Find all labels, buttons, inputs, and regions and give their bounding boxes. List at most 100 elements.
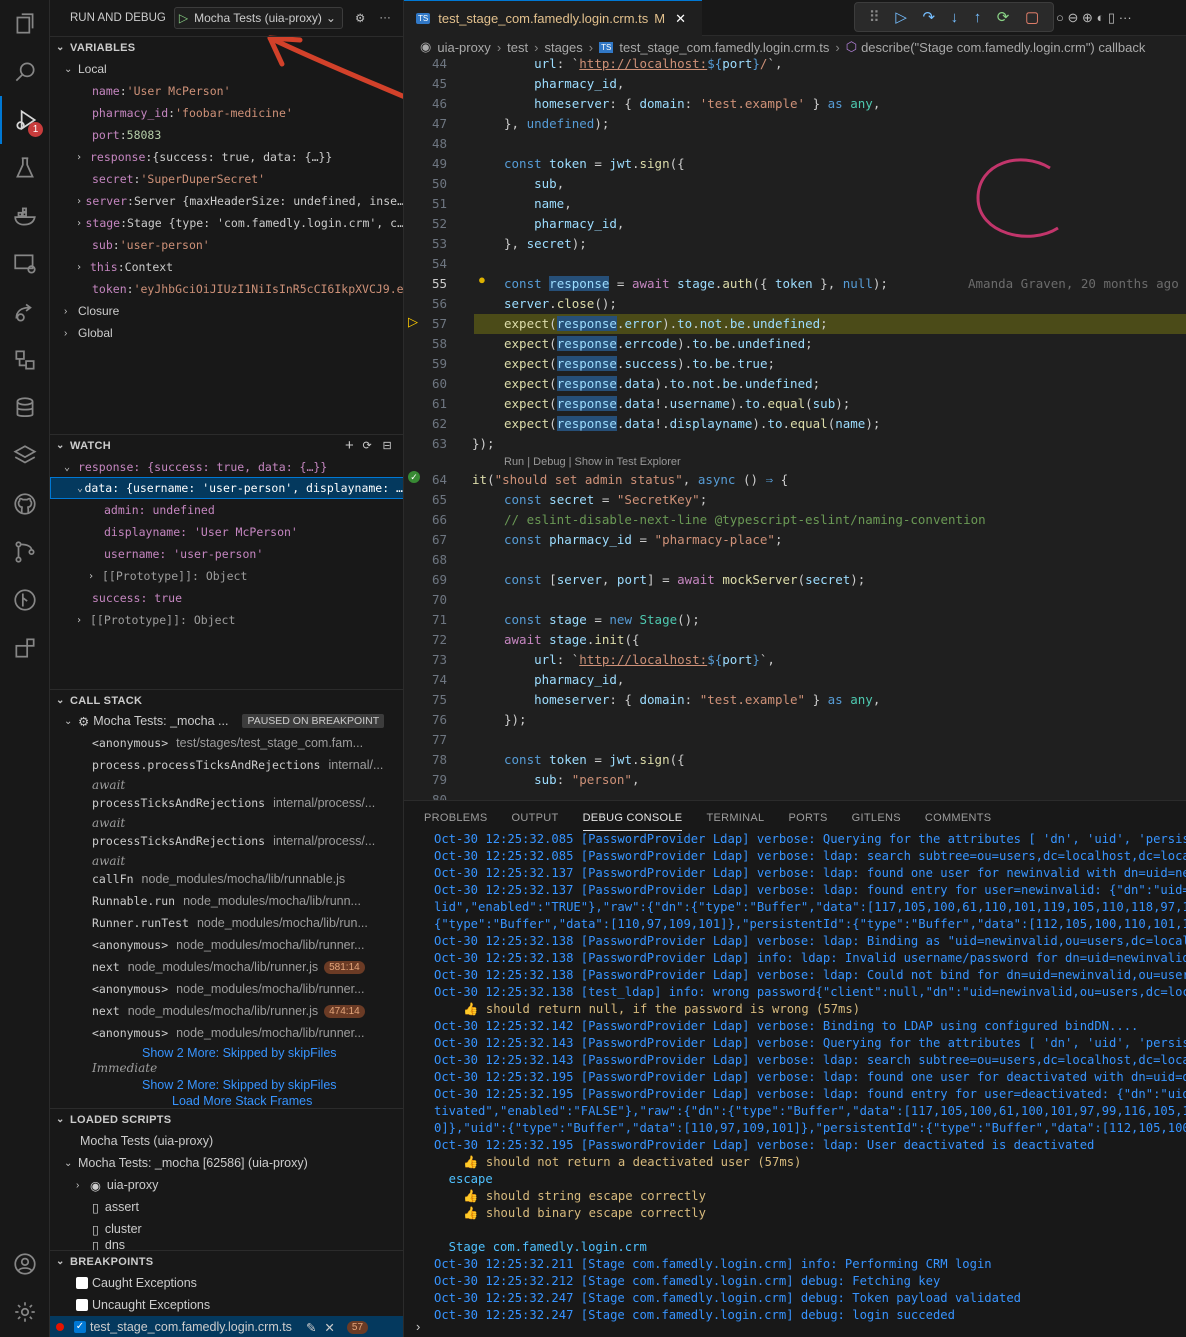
variable-row[interactable]: › server: Server {maxHeaderSize: undefine… <box>50 190 403 212</box>
line-number[interactable]: 70 <box>404 590 474 610</box>
stack-frame[interactable]: callFn node_modules/mocha/lib/runnable.js <box>50 868 403 890</box>
caught-exceptions-checkbox[interactable] <box>76 1277 88 1289</box>
line-number[interactable]: 46 <box>404 94 474 114</box>
line-number[interactable]: 56 <box>404 294 474 314</box>
editor-actions-icon[interactable]: ○ ⊖ ⊕ ◐ ▯ ··· <box>1056 10 1132 26</box>
test-passed-icon[interactable]: ✓ <box>408 471 420 483</box>
line-number[interactable]: 65 <box>404 490 474 510</box>
start-debug-icon[interactable]: ▷ <box>179 11 188 25</box>
callstack-thread[interactable]: ⌄ ⚙ Mocha Tests: _mocha ... PAUSED ON BREAK… <box>50 710 403 732</box>
variable-row[interactable]: token: 'eyJhbGciOiJIUzI1NiIsInR5cCI6IkpX… <box>50 278 403 300</box>
restart-icon[interactable]: ⟳ <box>997 8 1010 26</box>
stack-frame[interactable]: next node_modules/mocha/lib/runner.js 581:… <box>50 956 403 978</box>
line-number[interactable]: 67 <box>404 530 474 550</box>
breadcrumb-item[interactable]: test_stage_com.famedly.login.crm.ts <box>619 40 829 55</box>
gitlens-icon[interactable] <box>0 576 50 624</box>
line-number[interactable]: 63 <box>404 434 474 454</box>
variable-row[interactable]: pharmacy_id: 'foobar-medicine' <box>50 102 403 124</box>
watch-proto2[interactable]: › [[Prototype]]: Object <box>50 609 403 631</box>
launch-config-select[interactable]: ▷ Mocha Tests (uia-proxy) ⌄ <box>173 7 343 29</box>
line-number[interactable]: 66 <box>404 510 474 530</box>
line-number[interactable]: 71 <box>404 610 474 630</box>
watch-response[interactable]: ⌄ response: {success: true, data: {…}} <box>50 456 403 478</box>
tab-problems[interactable]: PROBLEMS <box>424 806 488 830</box>
line-number[interactable]: 54 <box>404 254 474 274</box>
stop-icon[interactable]: ▢ <box>1025 8 1039 26</box>
account-icon[interactable] <box>0 1240 50 1288</box>
script-folder-uia-proxy[interactable]: › ◉ uia-proxy <box>50 1174 403 1196</box>
line-number[interactable]: 51 <box>404 194 474 214</box>
explorer-icon[interactable] <box>0 0 50 48</box>
watch-proto1[interactable]: › [[Prototype]]: Object <box>50 565 403 587</box>
stack-frame[interactable]: next node_modules/mocha/lib/runner.js 474:… <box>50 1000 403 1022</box>
script-dns[interactable]: ▯ dns <box>50 1240 403 1250</box>
watch-admin[interactable]: admin: undefined <box>50 499 403 521</box>
more-actions-icon[interactable]: ··· <box>379 12 391 24</box>
line-number[interactable]: 53 <box>404 234 474 254</box>
line-number[interactable]: 68 <box>404 550 474 570</box>
run-debug-icon[interactable]: 1 <box>0 96 50 144</box>
stack-frame[interactable]: process.processTicksAndRejections interna… <box>50 754 403 776</box>
docker-icon[interactable] <box>0 192 50 240</box>
settings-gear-icon[interactable] <box>0 1288 50 1336</box>
live-share-icon[interactable] <box>0 288 50 336</box>
scope-global[interactable]: › Global <box>50 322 403 344</box>
tab-gitlens[interactable]: GITLENS <box>852 806 901 830</box>
line-number[interactable]: 79 <box>404 770 474 790</box>
line-number[interactable]: 47 <box>404 114 474 134</box>
extensions-view-icon[interactable] <box>0 336 50 384</box>
variable-row[interactable]: › this: Context <box>50 256 403 278</box>
database-icon[interactable] <box>0 384 50 432</box>
remove-breakpoint-icon[interactable]: ✕ <box>324 1320 334 1335</box>
script-cluster[interactable]: ▯ cluster <box>50 1218 403 1240</box>
line-number[interactable]: 44 <box>404 58 474 74</box>
loaded-scripts-section-header[interactable]: ⌄ LOADED SCRIPTS <box>50 1108 403 1130</box>
line-number[interactable]: 52 <box>404 214 474 234</box>
search-icon[interactable] <box>0 48 50 96</box>
step-into-icon[interactable]: ↓ <box>951 9 959 26</box>
extensions-icon[interactable] <box>0 624 50 672</box>
test-codelens[interactable]: Run | Debug | Show in Test Explorer <box>504 454 681 470</box>
gear-icon[interactable]: ⚙ <box>355 11 365 25</box>
console-input-prompt[interactable]: › <box>416 1319 420 1334</box>
step-out-icon[interactable]: ↑ <box>974 9 982 26</box>
stack-frame[interactable]: processTicksAndRejections internal/proces… <box>50 792 403 814</box>
callstack-section-header[interactable]: ⌄ CALL STACK <box>50 689 403 711</box>
tab-comments[interactable]: COMMENTS <box>925 806 992 830</box>
line-number[interactable]: 69 <box>404 570 474 590</box>
stack-frame[interactable]: <anonymous> node_modules/mocha/lib/runner… <box>50 1022 403 1044</box>
line-number[interactable]: 73 <box>404 650 474 670</box>
variables-section-header[interactable]: ⌄ VARIABLES <box>50 36 403 58</box>
breadcrumb-item[interactable]: stages <box>544 40 582 55</box>
stack-frame[interactable]: processTicksAndRejections internal/proces… <box>50 830 403 852</box>
uncaught-exceptions-row[interactable]: Uncaught Exceptions <box>50 1294 403 1316</box>
line-number[interactable]: 58 <box>404 334 474 354</box>
variable-row[interactable]: › response: {success: true, data: {…}} <box>50 146 403 168</box>
line-number[interactable]: 78 <box>404 750 474 770</box>
line-number[interactable]: 62 <box>404 414 474 434</box>
variable-row[interactable]: secret: 'SuperDuperSecret' <box>50 168 403 190</box>
line-number[interactable]: 74 <box>404 670 474 690</box>
line-number[interactable]: 61 <box>404 394 474 414</box>
line-number[interactable]: 80 <box>404 790 474 800</box>
stack-frame[interactable]: <anonymous> test/stages/test_stage_com.fa… <box>50 732 403 754</box>
variable-row[interactable]: name: 'User McPerson' <box>50 80 403 102</box>
tab-ports[interactable]: PORTS <box>788 806 827 830</box>
editor-tab-active[interactable]: TS test_stage_com.famedly.login.crm.ts M… <box>404 0 702 36</box>
continue-icon[interactable]: ▷ <box>895 8 907 26</box>
step-over-icon[interactable]: ↷ <box>922 8 935 26</box>
breakpoint-paused-icon[interactable]: ▷ <box>408 314 418 330</box>
layers-icon[interactable] <box>0 432 50 480</box>
stack-frame[interactable]: Runner.runTest node_modules/mocha/lib/run… <box>50 912 403 934</box>
watch-username[interactable]: username: 'user-person' <box>50 543 403 565</box>
script-session-2[interactable]: ⌄ Mocha Tests: _mocha [62586] (uia-proxy) <box>50 1152 403 1174</box>
watch-displayname[interactable]: displayname: 'User McPerson' <box>50 521 403 543</box>
line-number[interactable]: 76 <box>404 710 474 730</box>
variable-row[interactable]: › stage: Stage {type: 'com.famedly.login.… <box>50 212 403 234</box>
tab-debug-console[interactable]: DEBUG CONSOLE <box>582 806 683 831</box>
remote-explorer-icon[interactable] <box>0 240 50 288</box>
variable-row[interactable]: port: 58083 <box>50 124 403 146</box>
breadcrumb-item[interactable]: test <box>507 40 528 55</box>
breakpoints-section-header[interactable]: ⌄ BREAKPOINTS <box>50 1250 403 1272</box>
add-expression-icon[interactable]: + <box>345 437 354 454</box>
